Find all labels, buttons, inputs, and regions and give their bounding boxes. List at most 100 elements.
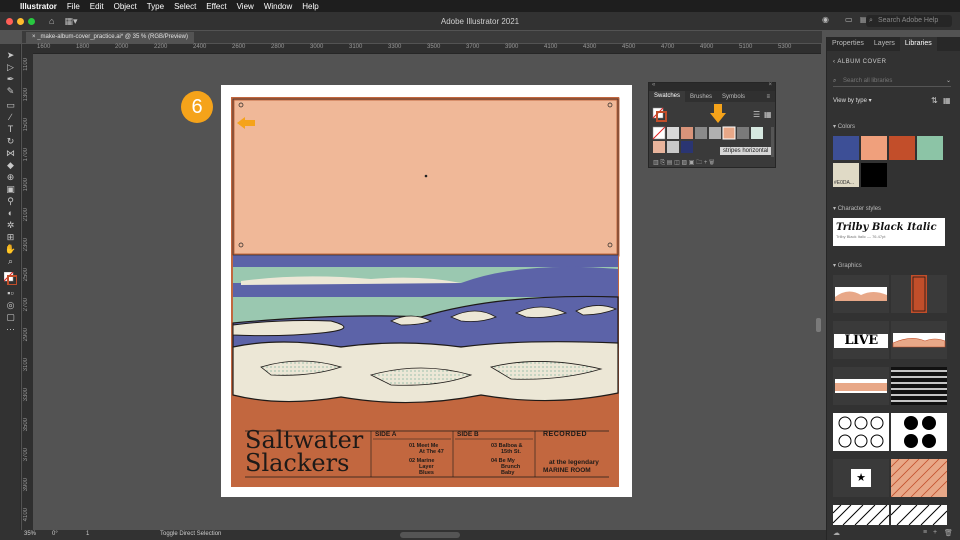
- menu-help[interactable]: Help: [302, 2, 318, 11]
- horizontal-ruler[interactable]: 1600 1800 2000 2200 2400 2600 2800 3000 3100 3300…: [33, 44, 821, 54]
- close-tab-icon[interactable]: ×: [32, 34, 36, 40]
- colors-section-header[interactable]: ▾ Colors: [833, 123, 855, 130]
- swatch-pattern-6[interactable]: [737, 127, 749, 139]
- document-tab[interactable]: × _make-album-cover_practice.ai* @ 35 % …: [26, 32, 194, 43]
- tab-brushes[interactable]: Brushes: [685, 94, 717, 100]
- graphic-diagonal-stripes[interactable]: [891, 459, 947, 497]
- cloud-user-icon[interactable]: ◉: [822, 15, 829, 24]
- list-view-icon[interactable]: ☰: [753, 110, 760, 119]
- zoom-window-button[interactable]: [28, 17, 35, 25]
- library-breadcrumb[interactable]: ‹ ALBUM COVER: [833, 59, 887, 65]
- drawing-mode-icon[interactable]: ◎: [4, 300, 17, 311]
- swatch-pattern-9[interactable]: [667, 141, 679, 153]
- swatches-panel-header[interactable]: « ×: [649, 82, 775, 91]
- menu-type[interactable]: Type: [147, 2, 164, 11]
- library-color-cream[interactable]: #E0DA...: [833, 163, 859, 187]
- library-color-mint[interactable]: [917, 136, 943, 160]
- eraser-tool-icon[interactable]: ◆: [4, 160, 17, 171]
- library-search-input[interactable]: ⌕ Search all libraries ⌄: [833, 75, 951, 87]
- cloud-sync-icon[interactable]: ☁: [833, 529, 840, 537]
- close-panel-icon[interactable]: ×: [768, 82, 772, 88]
- artboard-number[interactable]: 1: [86, 531, 89, 537]
- swatch-pattern-7[interactable]: [751, 127, 763, 139]
- swatch-library-menu-icon[interactable]: ▥ ⎘ ▤ ◫ ▨ ▣ 🗀 + 🗑: [653, 159, 715, 166]
- rotation-angle[interactable]: 0°: [52, 531, 58, 537]
- screen-mode-icon[interactable]: ▢: [4, 312, 17, 323]
- graphic-vertical-badge[interactable]: [891, 275, 947, 313]
- paintbrush-tool-icon[interactable]: ∕: [4, 112, 17, 123]
- tab-symbols[interactable]: Symbols: [717, 94, 750, 100]
- width-tool-icon[interactable]: ⋈: [4, 148, 17, 159]
- add-to-library-icon[interactable]: +: [933, 529, 937, 536]
- library-color-peach[interactable]: [861, 136, 887, 160]
- home-icon[interactable]: ⌂: [49, 16, 54, 26]
- symbol-sprayer-tool-icon[interactable]: ✲: [4, 220, 17, 231]
- color-mode-icon[interactable]: ▪▫: [4, 288, 17, 299]
- rotate-tool-icon[interactable]: ↻: [4, 136, 17, 147]
- fill-stroke-swatch[interactable]: [3, 271, 18, 286]
- swatch-scrollbar[interactable]: [771, 127, 774, 157]
- blend-tool-icon[interactable]: ◐: [4, 208, 17, 219]
- tab-libraries[interactable]: Libraries: [899, 37, 937, 51]
- artboard[interactable]: Saltwater Slackers SIDE A SIDE B RECORDE…: [221, 85, 632, 497]
- artboard-tool-icon[interactable]: ⊞: [4, 232, 17, 243]
- view-by-dropdown[interactable]: View by type ▾: [833, 97, 872, 104]
- hand-tool-icon[interactable]: ✋: [4, 244, 17, 255]
- tab-swatches[interactable]: Swatches: [649, 91, 686, 102]
- menu-effect[interactable]: Effect: [206, 2, 226, 11]
- delete-library-item-icon[interactable]: 🗑: [944, 529, 953, 537]
- graphic-diagonal-black-2[interactable]: [891, 505, 947, 525]
- minimize-window-button[interactable]: [17, 17, 24, 25]
- library-menu-icon[interactable]: ≡: [923, 529, 927, 536]
- edit-toolbar-icon[interactable]: ···: [4, 324, 17, 335]
- character-style-item[interactable]: Trilby Black Italic Trilby Black Italic …: [833, 218, 945, 246]
- workspace-layout-icon[interactable]: ▦▾: [64, 16, 77, 27]
- swatch-navy[interactable]: [681, 141, 693, 153]
- graphic-live-text[interactable]: LIVE: [833, 321, 889, 359]
- pen-tool-icon[interactable]: ✒: [4, 74, 17, 85]
- graphic-sky-shapes[interactable]: [833, 275, 889, 313]
- graphic-star[interactable]: ★: [833, 459, 889, 497]
- type-tool-icon[interactable]: T: [4, 124, 17, 135]
- fill-stroke-indicator[interactable]: [652, 107, 667, 122]
- current-tool-status[interactable]: Toggle Direct Selection: [160, 531, 221, 537]
- menu-edit[interactable]: Edit: [90, 2, 104, 11]
- graphic-horizon[interactable]: [833, 367, 889, 405]
- panel-menu-icon[interactable]: ≡: [761, 94, 775, 100]
- menu-object[interactable]: Object: [114, 2, 137, 11]
- graphics-section-header[interactable]: ▾ Graphics: [833, 262, 862, 269]
- swatch-pattern-8[interactable]: [653, 141, 665, 153]
- zoom-tool-icon[interactable]: ⌕: [4, 256, 17, 267]
- character-styles-header[interactable]: ▾ Character styles: [833, 205, 881, 212]
- menu-file[interactable]: File: [67, 2, 80, 11]
- graphic-hills[interactable]: [891, 321, 947, 359]
- library-dropdown-chevron-icon[interactable]: ⌄: [946, 75, 951, 87]
- menu-select[interactable]: Select: [174, 2, 196, 11]
- sort-icon[interactable]: ⇅: [931, 96, 938, 105]
- swatch-stripes-horizontal[interactable]: [722, 126, 736, 140]
- graphic-stripes-black[interactable]: [891, 367, 947, 405]
- library-color-black[interactable]: [861, 163, 887, 187]
- direct-selection-tool-icon[interactable]: ▷: [4, 62, 17, 73]
- zoom-level[interactable]: 35%: [24, 531, 36, 537]
- vertical-ruler[interactable]: 1100 1300 1500 1700 1900 2100 2300 2500 2700 2900…: [22, 44, 33, 530]
- album-title[interactable]: Saltwater Slackers: [245, 428, 363, 475]
- swatch-pattern-1[interactable]: [667, 127, 679, 139]
- canvas-vertical-scrollbar[interactable]: [816, 318, 821, 332]
- help-search-input[interactable]: Search Adobe Help: [866, 15, 952, 27]
- graphic-diagonal-black[interactable]: [833, 505, 889, 525]
- collapse-panel-icon[interactable]: «: [652, 82, 655, 88]
- rectangle-tool-icon[interactable]: ▭: [4, 100, 17, 111]
- library-grid-view-icon[interactable]: ▦: [943, 96, 951, 105]
- share-icon[interactable]: ▭: [845, 15, 853, 24]
- tab-layers[interactable]: Layers: [869, 37, 900, 51]
- swatch-pattern-4[interactable]: [709, 127, 721, 139]
- tab-properties[interactable]: Properties: [827, 37, 869, 51]
- gradient-tool-icon[interactable]: ▣: [4, 184, 17, 195]
- swatch-pattern-2[interactable]: [681, 127, 693, 139]
- eyedropper-tool-icon[interactable]: ⚲: [4, 196, 17, 207]
- shape-builder-tool-icon[interactable]: ⊕: [4, 172, 17, 183]
- graphic-smiley-pattern[interactable]: [833, 413, 889, 451]
- library-color-rust[interactable]: [889, 136, 915, 160]
- curvature-tool-icon[interactable]: ✎: [4, 86, 17, 97]
